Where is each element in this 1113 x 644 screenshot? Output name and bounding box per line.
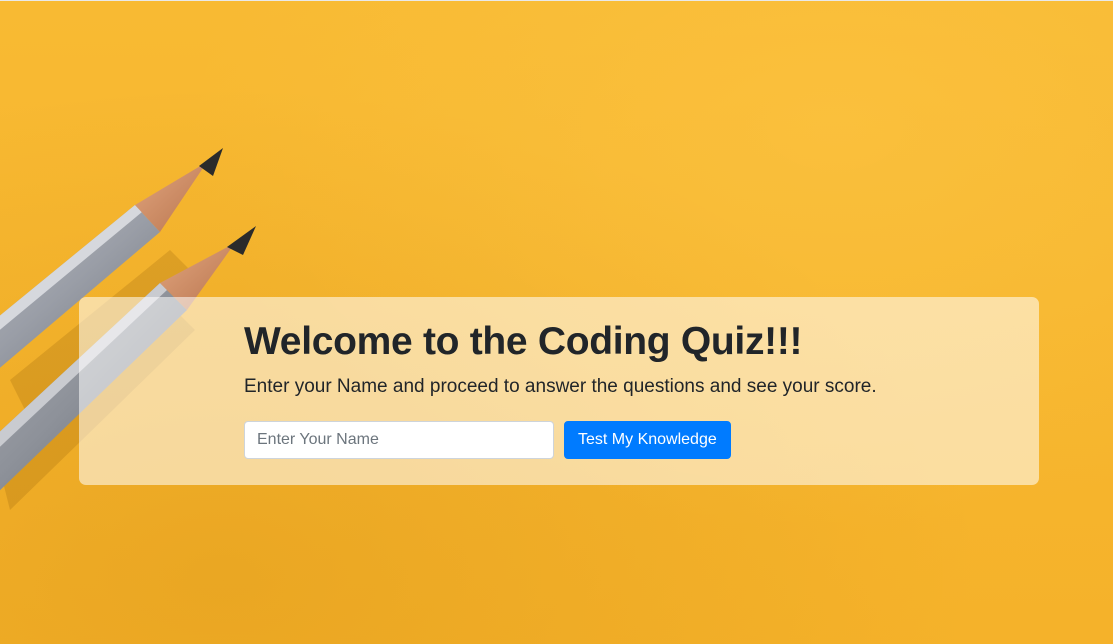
test-my-knowledge-button[interactable]: Test My Knowledge [564, 421, 731, 459]
name-input[interactable] [244, 421, 554, 459]
instructions-text: Enter your Name and proceed to answer th… [244, 376, 877, 397]
welcome-panel: Welcome to the Coding Quiz!!! Enter your… [79, 297, 1039, 485]
page-title: Welcome to the Coding Quiz!!! [244, 320, 803, 363]
welcome-content: Welcome to the Coding Quiz!!! Enter your… [244, 319, 1004, 459]
name-form: Test My Knowledge [244, 421, 1004, 459]
page-background: Welcome to the Coding Quiz!!! Enter your… [0, 0, 1113, 644]
